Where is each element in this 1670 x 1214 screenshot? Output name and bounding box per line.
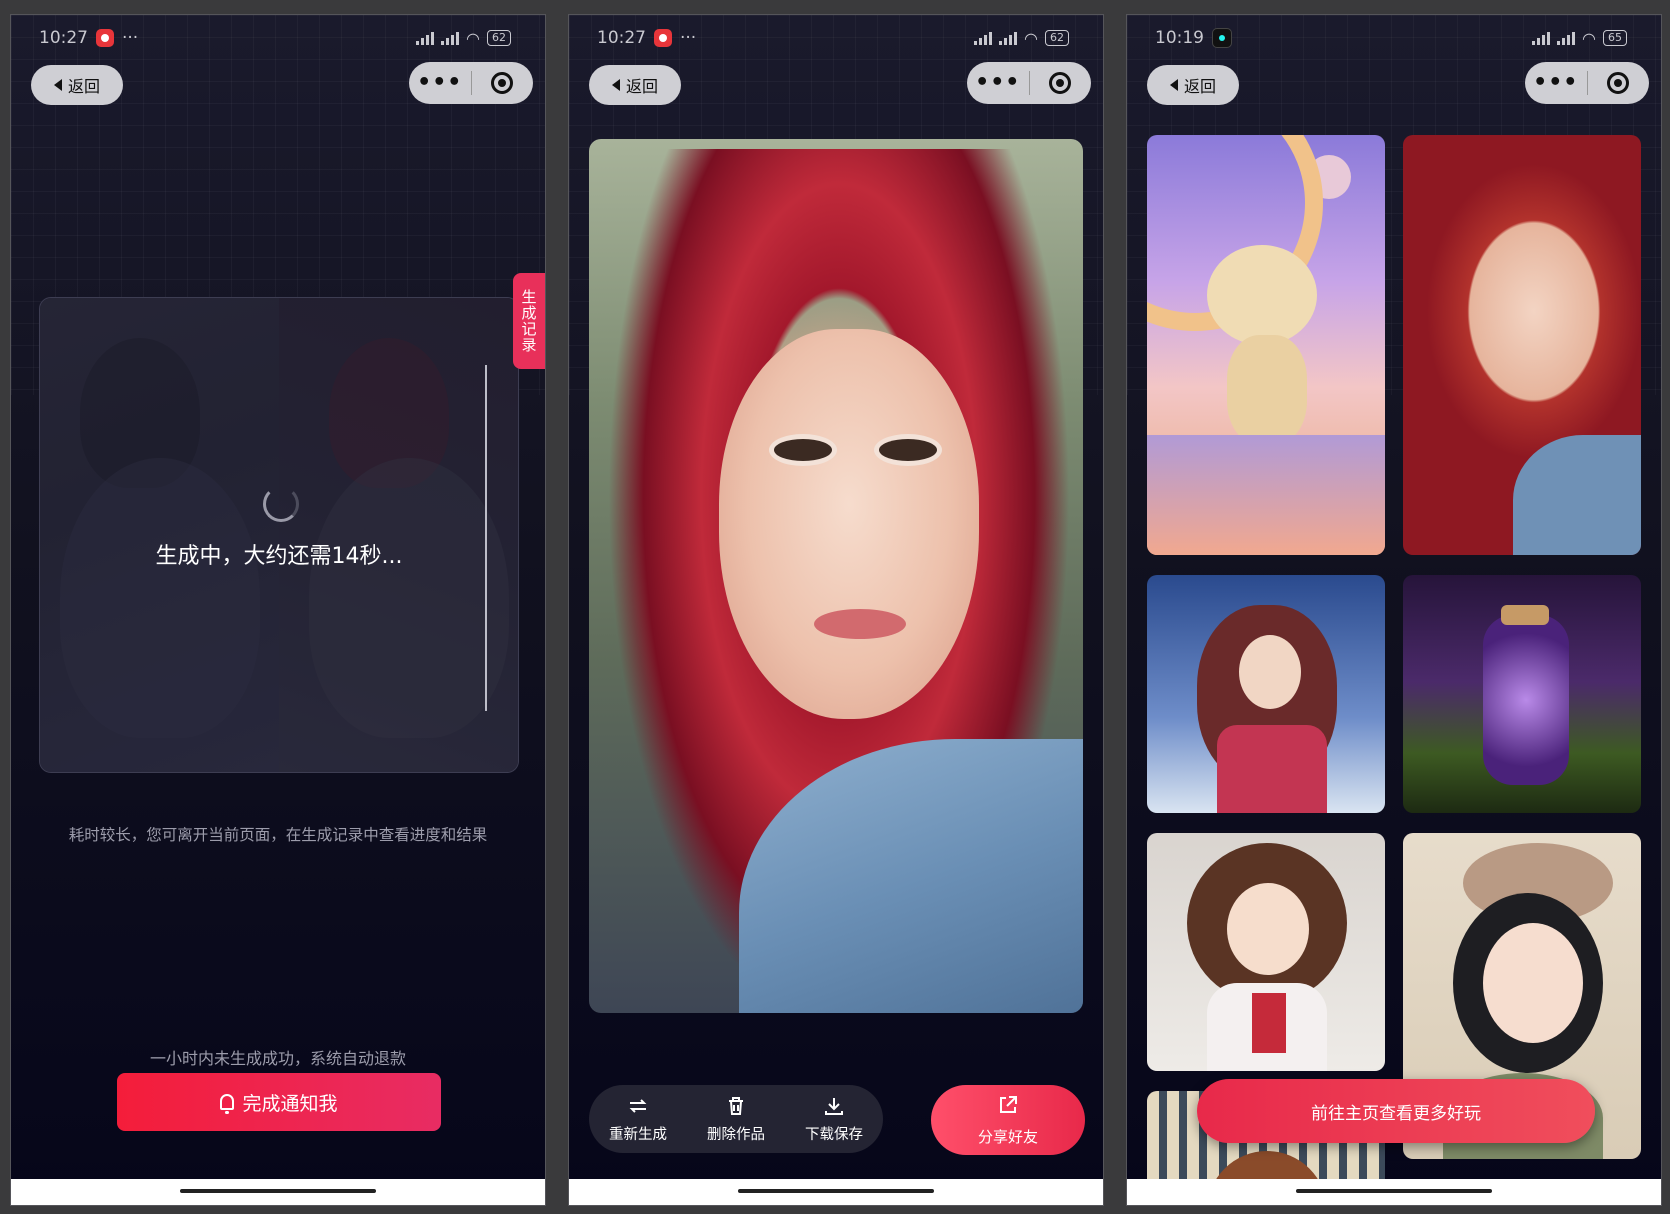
share-friends-button[interactable]: 分享好友 [931, 1085, 1085, 1155]
close-miniprogram-button[interactable] [472, 72, 534, 94]
signal-icon [974, 31, 993, 45]
signal-icon-2 [999, 31, 1018, 45]
tiktok-notification-icon [1212, 28, 1232, 48]
download-label: 下载保存 [805, 1126, 863, 1143]
portrait-lips [814, 609, 906, 639]
refund-notice: 一小时内未生成成功，系统自动退款 [149, 1049, 406, 1068]
wifi-icon: ◠ [466, 28, 480, 48]
generation-progress-text: 生成中，大约还需14秒... [155, 544, 403, 569]
result-action-bar: 重新生成 删除作品 下载保存 [589, 1085, 883, 1153]
back-arrow-icon [1169, 79, 1178, 91]
signal-icon-2 [441, 31, 460, 45]
target-icon [1607, 72, 1630, 94]
target-icon [1049, 72, 1072, 94]
miniprogram-capsule: ••• [409, 62, 533, 104]
back-label: 返回 [1183, 77, 1216, 96]
status-time: 10:27 [39, 28, 88, 48]
refresh-icon [627, 1095, 649, 1117]
back-arrow-icon [53, 79, 62, 91]
back-button[interactable]: 返回 [589, 65, 681, 105]
home-indicator [11, 1179, 545, 1205]
gallery-item-puppy[interactable] [1147, 135, 1385, 555]
back-button[interactable]: 返回 [31, 65, 123, 105]
generation-preview: 生成中，大约还需14秒... [39, 297, 519, 773]
status-time: 10:27 [597, 28, 646, 48]
portrait-face [719, 329, 979, 719]
generated-portrait-image[interactable] [589, 139, 1083, 1013]
gallery-item-redhead-portrait[interactable] [1403, 135, 1641, 555]
notify-label: 完成通知我 [242, 1092, 338, 1115]
status-bar: 10:19 ◠ 65 [1127, 15, 1661, 61]
app-notification-icon [654, 29, 672, 47]
download-icon [823, 1095, 845, 1117]
more-menu-button[interactable]: ••• [1525, 62, 1587, 104]
close-miniprogram-button[interactable] [1030, 72, 1092, 94]
more-notifications-icon: ··· [680, 28, 697, 48]
back-label: 返回 [67, 77, 100, 96]
delete-label: 删除作品 [707, 1126, 765, 1143]
back-label: 返回 [625, 77, 658, 96]
close-miniprogram-button[interactable] [1588, 72, 1650, 94]
more-menu-button[interactable]: ••• [967, 62, 1029, 104]
signal-icon [416, 31, 435, 45]
target-icon [491, 72, 514, 94]
gallery-item-anime-ribbon-girl[interactable] [1147, 833, 1385, 1071]
back-arrow-icon [611, 79, 620, 91]
scroll-indicator [485, 365, 487, 711]
loading-spinner-icon [263, 486, 299, 522]
miniprogram-capsule: ••• [1525, 62, 1649, 104]
battery-icon: 62 [1045, 30, 1069, 46]
wifi-icon: ◠ [1582, 28, 1596, 48]
status-time: 10:19 [1155, 28, 1204, 48]
portrait-eye [774, 439, 832, 461]
status-bar: 10:27 ··· ◠ 62 [569, 15, 1103, 61]
miniprogram-capsule: ••• [967, 62, 1091, 104]
regenerate-label: 重新生成 [609, 1126, 667, 1143]
download-button[interactable]: 下载保存 [805, 1095, 863, 1144]
app-notification-icon [96, 29, 114, 47]
delete-work-button[interactable]: 删除作品 [707, 1095, 765, 1144]
more-menu-button[interactable]: ••• [409, 62, 471, 104]
signal-icon-2 [1557, 31, 1576, 45]
preview-overlay [40, 298, 518, 772]
battery-icon: 65 [1603, 30, 1627, 46]
gallery-item-anime-girl[interactable] [1147, 575, 1385, 813]
status-bar: 10:27 ··· ◠ 62 [11, 15, 545, 61]
portrait-eye [879, 439, 937, 461]
more-notifications-icon: ··· [122, 28, 139, 48]
phone-screen-gallery: 10:19 ◠ 65 返回 ••• 前往主页查看更多好玩 [1126, 14, 1662, 1206]
share-label: 分享好友 [977, 1127, 1038, 1146]
home-indicator [1127, 1179, 1661, 1205]
phone-screen-generating: 10:27 ··· ◠ 62 返回 ••• 生成中，大约还需14秒... 生成记… [10, 14, 546, 1206]
back-button[interactable]: 返回 [1147, 65, 1239, 105]
battery-icon: 62 [487, 30, 511, 46]
trash-icon [725, 1095, 747, 1117]
regenerate-button[interactable]: 重新生成 [609, 1095, 667, 1144]
wifi-icon: ◠ [1024, 28, 1038, 48]
hint-text: 耗时较长，您可离开当前页面，在生成记录中查看进度和结果 [68, 826, 488, 844]
signal-icon [1532, 31, 1551, 45]
phone-screen-result: 10:27 ··· ◠ 62 返回 ••• 重新生成 删除作品 下载保存 分享好… [568, 14, 1104, 1206]
notify-me-button[interactable]: 完成通知我 [117, 1073, 441, 1131]
share-icon [997, 1094, 1019, 1120]
go-home-explore-button[interactable]: 前往主页查看更多好玩 [1197, 1079, 1595, 1143]
generation-record-tab[interactable]: 生成记录 [513, 273, 545, 369]
gallery-item-galaxy-jar[interactable] [1403, 575, 1641, 813]
bell-icon [220, 1094, 235, 1114]
home-indicator [569, 1179, 1103, 1205]
